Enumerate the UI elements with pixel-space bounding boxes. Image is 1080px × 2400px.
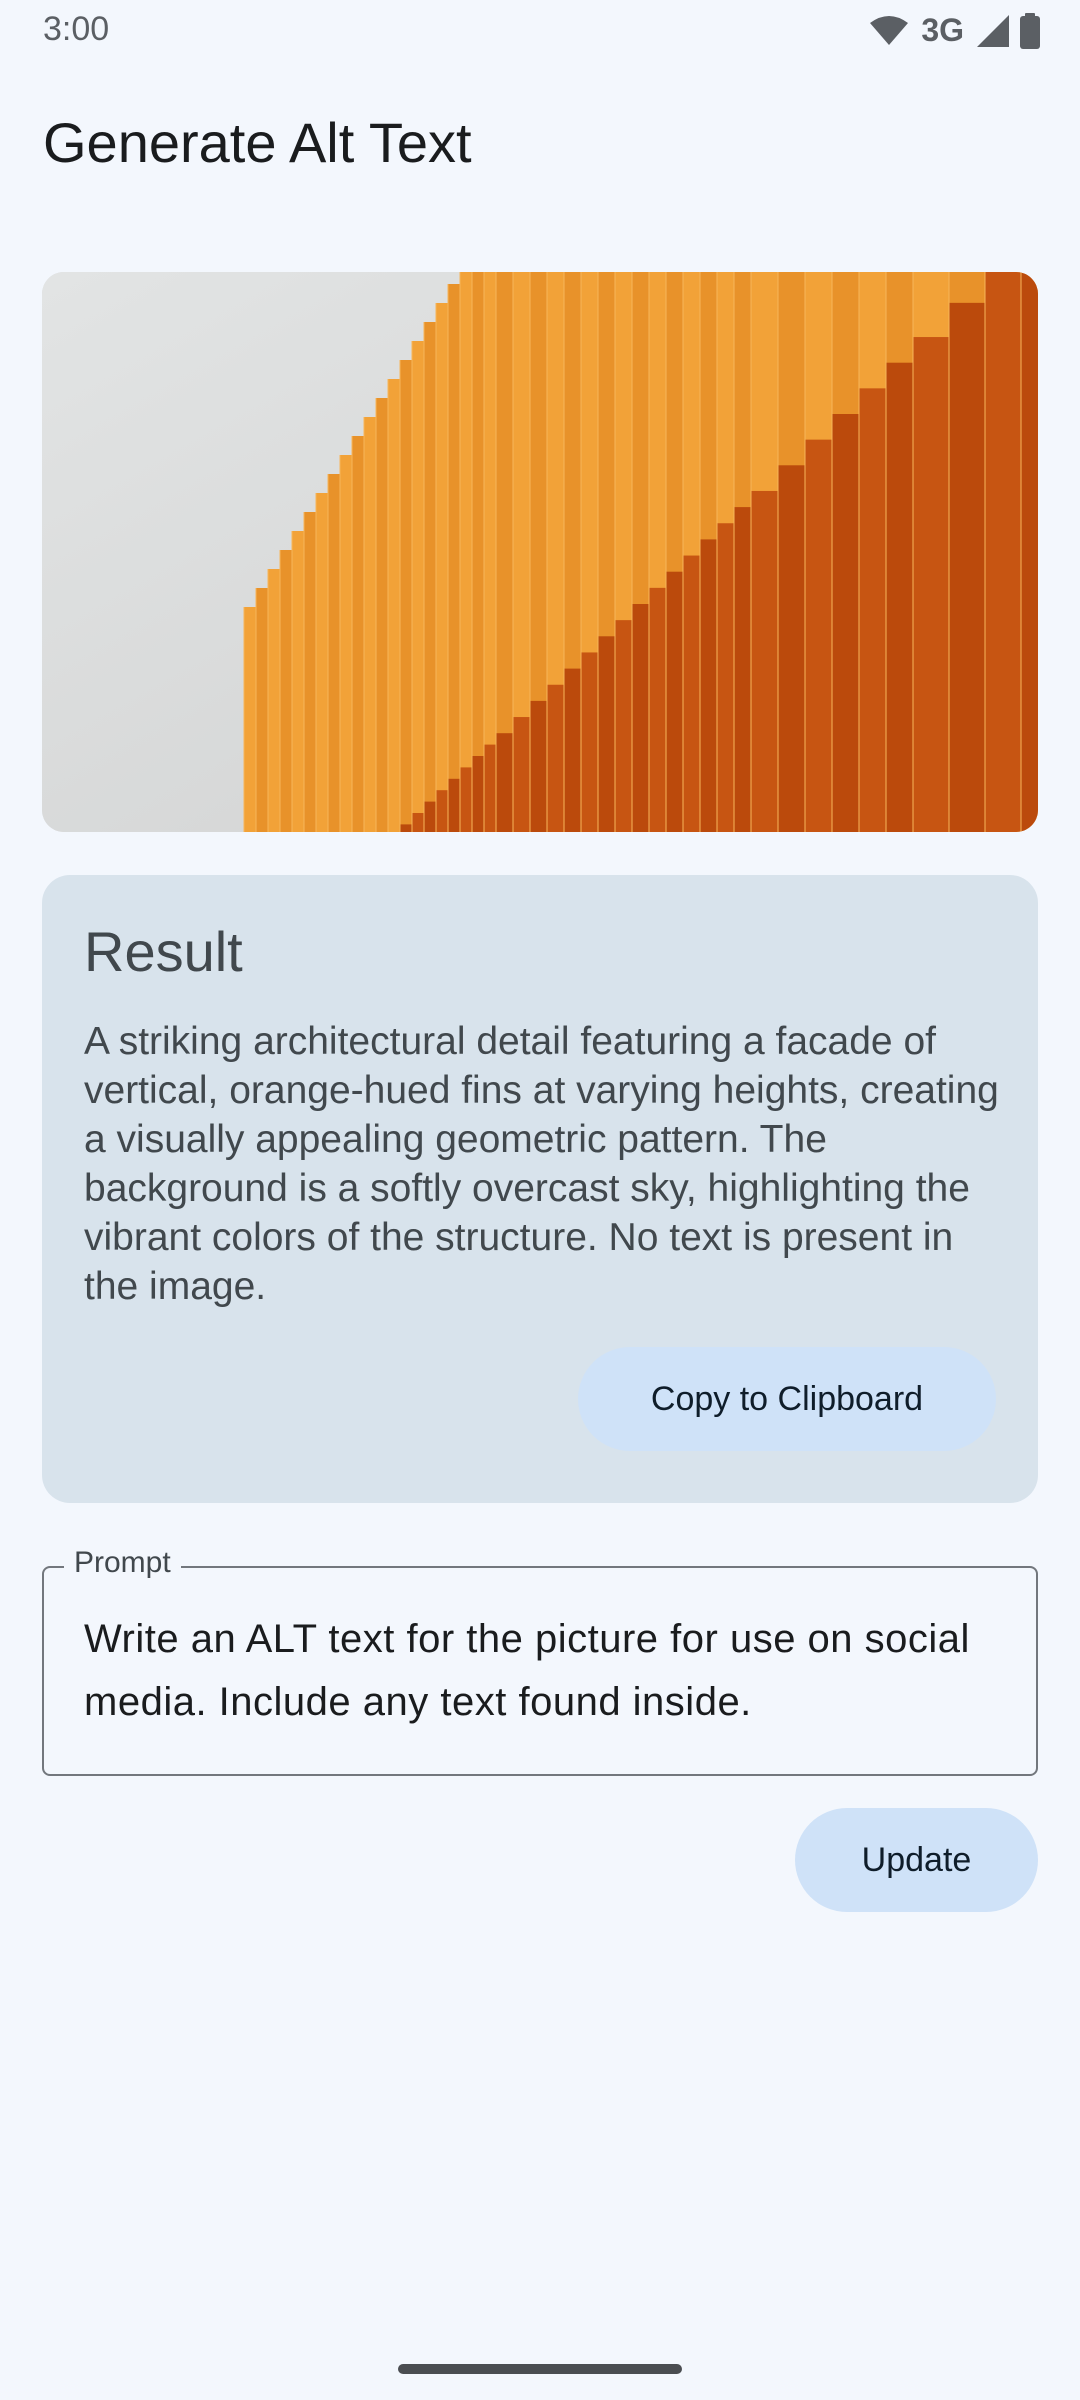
- facade-fin-shadow: [598, 636, 615, 832]
- facade-fin: [364, 417, 376, 832]
- copy-to-clipboard-button[interactable]: Copy to Clipboard: [578, 1347, 996, 1451]
- facade-fin-shadow: [1021, 272, 1038, 832]
- facade-fin: [424, 322, 436, 832]
- facade-fin: [352, 436, 364, 832]
- facade-fin-shadow: [472, 756, 484, 832]
- facade-fin-shadow: [424, 801, 436, 832]
- facade-fin-shadow: [436, 790, 448, 832]
- facade-fin-shadow: [778, 465, 805, 832]
- facade-fin: [400, 360, 412, 832]
- facade-fin-shadow: [717, 523, 734, 832]
- facade-fin: [412, 341, 424, 832]
- facade-fin: [292, 531, 304, 832]
- signal-icon: [976, 14, 1010, 48]
- facade-fin-shadow: [886, 362, 913, 832]
- wifi-icon: [869, 15, 909, 47]
- facade-fin: [280, 550, 292, 832]
- facade-fin-shadow: [564, 668, 581, 832]
- facade-fin: [268, 569, 280, 832]
- facade-fin-shadow: [496, 733, 513, 832]
- facade-fin-shadow: [859, 388, 886, 832]
- facade-fin-shadow: [460, 767, 472, 832]
- facade-fin: [472, 272, 484, 832]
- facade-fin-shadow: [412, 813, 424, 832]
- facade-fin: [316, 493, 328, 832]
- status-bar: 3:00 3G: [0, 0, 1080, 62]
- facade-fin: [376, 398, 388, 832]
- battery-icon: [1018, 12, 1042, 49]
- facade-fin-shadow: [530, 700, 547, 832]
- facade-fin-shadow: [547, 684, 564, 832]
- facade-fin: [304, 512, 316, 832]
- architectural-photo: [42, 272, 1038, 832]
- prompt-field[interactable]: Prompt Write an ALT text for the picture…: [42, 1546, 1038, 1776]
- result-card: Result A striking architectural detail f…: [42, 875, 1038, 1503]
- facade-fin-shadow: [751, 490, 778, 832]
- prompt-label: Prompt: [64, 1546, 181, 1580]
- facade-fin-shadow: [913, 337, 949, 832]
- update-button[interactable]: Update: [795, 1808, 1038, 1912]
- facade-fin: [328, 474, 340, 832]
- facade-fin-shadow: [985, 272, 1021, 832]
- result-heading: Result: [84, 920, 243, 983]
- facade-fin-shadow: [683, 555, 700, 832]
- facade-fin-shadow: [832, 414, 859, 832]
- facade-fin: [460, 272, 472, 832]
- facade-fin-shadow: [949, 302, 985, 832]
- facade-fin: [448, 284, 460, 832]
- prompt-input[interactable]: Write an ALT text for the picture for us…: [84, 1608, 1004, 1734]
- page-title: Generate Alt Text: [43, 111, 472, 174]
- facade-fin-shadow: [513, 717, 530, 832]
- facade-fin-shadow: [734, 507, 751, 832]
- facade-fin-shadow: [649, 587, 666, 832]
- facade-fin-shadow: [400, 824, 412, 832]
- facade-fin-shadow: [632, 604, 649, 832]
- facade-fin-shadow: [484, 744, 496, 832]
- facade-fin: [436, 303, 448, 832]
- facade-fin: [388, 379, 400, 832]
- status-time: 3:00: [43, 10, 110, 48]
- result-text: A striking architectural detail featurin…: [84, 1020, 999, 1308]
- network-type-label: 3G: [921, 12, 964, 48]
- facade-fin: [256, 588, 268, 832]
- status-icons: 3G: [869, 12, 1042, 49]
- facade-fin: [340, 455, 352, 832]
- facade-fin-shadow: [615, 620, 632, 832]
- gesture-bar[interactable]: [398, 2364, 682, 2374]
- facade-fin: [244, 607, 256, 832]
- facade-fin-shadow: [581, 652, 598, 832]
- facade-fin-shadow: [700, 539, 717, 832]
- facade-fin-shadow: [448, 778, 460, 832]
- facade-fin-shadow: [805, 439, 832, 832]
- facade-fin-shadow: [666, 571, 683, 832]
